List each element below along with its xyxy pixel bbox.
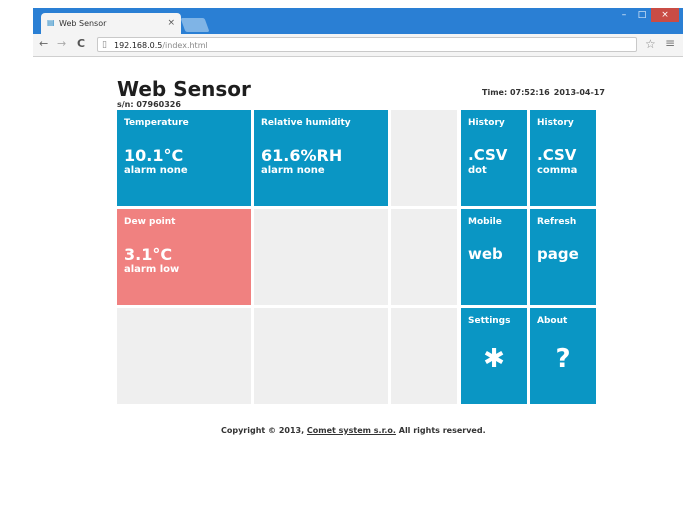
address-bar[interactable]: ▯ 192.168.0.5/index.html	[97, 37, 637, 52]
temperature-alarm: alarm none	[124, 165, 188, 176]
dew-point-value: 3.1°C	[124, 245, 173, 264]
tab-title: Web Sensor	[59, 19, 107, 28]
history-comma-format: .CSV	[537, 146, 577, 164]
minimize-button[interactable]: –	[615, 8, 633, 22]
empty-tile	[117, 308, 251, 404]
question-mark-icon: ?	[555, 344, 571, 374]
temperature-tile: Temperature 10.1°C alarm none	[117, 110, 251, 206]
copyright-footer: Copyright © 2013, Comet system s.r.o. Al…	[221, 426, 486, 435]
mobile-web-tile[interactable]: Mobile web	[461, 209, 527, 305]
empty-tile	[391, 209, 457, 305]
forward-button[interactable]: →	[57, 38, 66, 50]
back-button[interactable]: ←	[39, 38, 48, 50]
url-path: /index.html	[162, 41, 208, 50]
reload-button[interactable]: C	[77, 38, 85, 50]
favicon-icon: ▤	[47, 18, 55, 27]
page-content: Web Sensor s/n: 07960326 Time: 07:52:16 2…	[33, 57, 683, 509]
history-dot-separator: dot	[468, 165, 487, 176]
settings-tile[interactable]: Settings ✱	[461, 308, 527, 404]
tab-close-icon[interactable]: ×	[167, 18, 175, 28]
history-comma-separator: comma	[537, 165, 578, 176]
settings-label: Settings	[468, 316, 511, 326]
copyright-suffix: All rights reserved.	[398, 426, 486, 435]
empty-tile	[254, 308, 388, 404]
comet-system-link[interactable]: Comet system s.r.o.	[307, 426, 396, 435]
history-comma-tile[interactable]: History .CSV comma	[530, 110, 596, 206]
mobile-label: Mobile	[468, 217, 502, 227]
empty-tile	[391, 308, 457, 404]
empty-tile	[254, 209, 388, 305]
asterisk-icon: ✱	[483, 344, 505, 374]
dew-point-tile: Dew point 3.1°C alarm low	[117, 209, 251, 305]
menu-icon[interactable]: ≡	[665, 36, 675, 50]
timestamp: Time: 07:52:16 2013-04-17	[482, 88, 605, 97]
humidity-label: Relative humidity	[261, 118, 351, 128]
about-tile[interactable]: About ?	[530, 308, 596, 404]
refresh-value: page	[537, 245, 579, 263]
url-host: 192.168.0.5	[114, 41, 163, 50]
new-tab-button[interactable]	[180, 18, 210, 32]
maximize-button[interactable]: □	[633, 8, 651, 22]
dew-point-alarm: alarm low	[124, 264, 180, 275]
about-label: About	[537, 316, 568, 326]
browser-tab[interactable]: ▤ Web Sensor ×	[41, 13, 181, 34]
humidity-alarm: alarm none	[261, 165, 325, 176]
tab-bar: ▤ Web Sensor × – □ ×	[33, 8, 683, 34]
browser-toolbar: ← → C ▯ 192.168.0.5/index.html ☆ ≡	[33, 34, 683, 57]
humidity-value: 61.6%RH	[261, 146, 343, 165]
dew-point-label: Dew point	[124, 217, 176, 227]
window-controls: – □ ×	[615, 8, 679, 24]
time-label: Time: 07:52:16	[482, 88, 550, 97]
refresh-label: Refresh	[537, 217, 577, 227]
history-comma-label: History	[537, 118, 574, 128]
close-window-button[interactable]: ×	[651, 8, 679, 22]
serial-number: s/n: 07960326	[117, 100, 181, 109]
empty-tile	[391, 110, 457, 206]
bookmark-star-icon[interactable]: ☆	[645, 37, 656, 51]
page-title: Web Sensor	[117, 77, 251, 101]
copyright-prefix: Copyright © 2013,	[221, 426, 305, 435]
page-icon: ▯	[102, 40, 107, 50]
date-label: 2013-04-17	[553, 88, 605, 97]
temperature-label: Temperature	[124, 118, 189, 128]
browser-window: ▤ Web Sensor × – □ × ← → C ▯ 192.168.0.5/…	[33, 8, 683, 509]
history-dot-label: History	[468, 118, 505, 128]
history-dot-format: .CSV	[468, 146, 508, 164]
humidity-tile: Relative humidity 61.6%RH alarm none	[254, 110, 388, 206]
mobile-value: web	[468, 245, 503, 263]
refresh-page-tile[interactable]: Refresh page	[530, 209, 596, 305]
history-dot-tile[interactable]: History .CSV dot	[461, 110, 527, 206]
temperature-value: 10.1°C	[124, 146, 184, 165]
